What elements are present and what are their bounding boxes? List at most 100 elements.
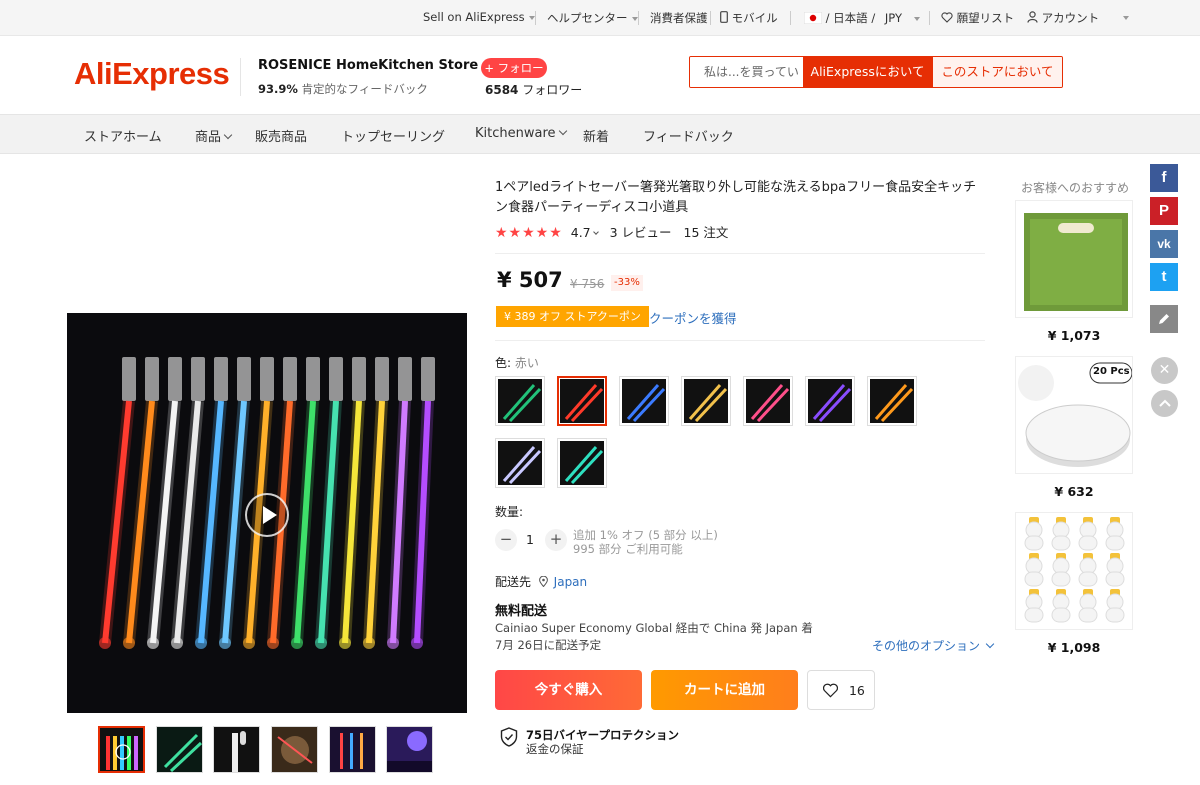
quantity-decrease-button[interactable]: −	[495, 529, 517, 551]
play-video-icon[interactable]	[245, 493, 289, 537]
color-option[interactable]	[495, 438, 545, 488]
followers-label: フォロワー	[522, 83, 583, 97]
wishlist-label: 願望リスト	[956, 11, 1015, 25]
wishlist-button[interactable]: 16	[807, 670, 875, 710]
product-main-image[interactable]	[67, 313, 467, 713]
nav-kitchenware[interactable]: Kitchenware	[475, 126, 567, 141]
store-header: AliExpress ROSENICE HomeKitchen Store 93…	[0, 36, 1200, 114]
chevron-down-icon	[592, 229, 599, 235]
store-name[interactable]: ROSENICE HomeKitchen Store	[258, 58, 491, 73]
account-link[interactable]: アカウント	[1027, 10, 1099, 26]
heart-icon	[941, 12, 953, 23]
help-center-link[interactable]: ヘルプセンター	[547, 10, 638, 26]
color-option[interactable]	[557, 376, 607, 426]
followers-number: 6584	[485, 83, 519, 97]
color-option[interactable]	[743, 376, 793, 426]
thumbnail-image	[214, 727, 259, 772]
color-option[interactable]	[495, 376, 545, 426]
price: ¥ 507	[497, 268, 563, 292]
nav-products[interactable]: 商品	[195, 126, 233, 145]
thumbnail[interactable]	[271, 726, 318, 773]
facebook-share-icon[interactable]: f	[1150, 164, 1178, 192]
ship-to-country[interactable]: Japan	[554, 575, 587, 589]
search-aliexpress-button[interactable]: AliExpressにおいて	[803, 57, 932, 87]
color-option[interactable]	[557, 438, 607, 488]
buy-now-button[interactable]: 今すぐ購入	[495, 670, 642, 710]
japan-flag-icon	[803, 11, 823, 25]
edit-icon[interactable]	[1150, 305, 1178, 333]
twitter-share-icon[interactable]: t	[1150, 263, 1178, 291]
mobile-link[interactable]: モバイル	[720, 10, 778, 26]
delivery-estimate: 7月 26日に配送予定	[495, 638, 602, 652]
color-option-image	[808, 379, 852, 423]
nav-store-home[interactable]: ストアホーム	[84, 126, 162, 145]
thumbnail[interactable]	[386, 726, 433, 773]
chevron-down-icon	[985, 639, 995, 649]
language-selector[interactable]: / 日本語 / JPY	[803, 10, 920, 26]
chevron-down-icon	[558, 126, 567, 136]
orders-count: 15 注文	[683, 225, 729, 240]
color-option[interactable]	[681, 376, 731, 426]
color-option-image	[560, 379, 604, 423]
divider	[790, 11, 791, 25]
color-option[interactable]	[619, 376, 669, 426]
color-option-image	[560, 441, 604, 485]
search-box: 私は...を買ってい AliExpressにおいて このストアにおいて	[689, 56, 1063, 88]
help-label: ヘルプセンター	[547, 11, 628, 25]
product-title: 1ペアledライトセーバー箸発光箸取り外し可能な洗えるbpaフリー食品安全キッチ…	[495, 180, 977, 215]
thumbnail[interactable]	[156, 726, 203, 773]
original-price: ¥ 756	[570, 277, 605, 291]
thumbnail[interactable]	[98, 726, 145, 773]
thumbnail[interactable]	[329, 726, 376, 773]
recommended-product[interactable]: 20 Pcs	[1015, 356, 1133, 474]
store-name-label: ROSENICE HomeKitchen Store	[258, 58, 479, 73]
more-shipping-options[interactable]: その他のオプション	[872, 637, 995, 654]
reviews-count[interactable]: 3 レビュー	[610, 225, 672, 240]
divider	[240, 58, 241, 96]
store-coupon-badge[interactable]: ¥ 389 オフ ストアクーポン	[496, 306, 649, 327]
vk-share-icon[interactable]: vk	[1150, 230, 1178, 258]
buyer-protection-link[interactable]: 消費者保護	[650, 10, 708, 26]
chevron-down-icon	[631, 16, 638, 21]
rating-value[interactable]: 4.7	[571, 225, 591, 240]
sell-label: Sell on AliExpress	[423, 10, 525, 24]
wishlist-link[interactable]: 願望リスト	[941, 10, 1014, 26]
user-icon	[1027, 11, 1038, 23]
recommended-price: ¥ 1,098	[1047, 640, 1101, 655]
color-option[interactable]	[867, 376, 917, 426]
get-coupon-link[interactable]: クーポンを獲得	[649, 308, 737, 327]
calendar-board-image	[1016, 201, 1132, 317]
quantity-increase-button[interactable]: +	[545, 529, 567, 551]
divider	[638, 11, 639, 25]
nav-kitchenware-label: Kitchenware	[475, 126, 556, 141]
thumbnail[interactable]	[213, 726, 260, 773]
scroll-top-icon[interactable]	[1151, 390, 1178, 417]
recommended-product[interactable]	[1015, 200, 1133, 318]
search-input[interactable]: 私は...を買ってい	[690, 57, 803, 87]
language-label: / 日本語 /	[825, 11, 876, 25]
add-to-cart-button[interactable]: カートに追加	[651, 670, 798, 710]
followers-count: 6584 フォロワー	[485, 81, 582, 98]
chevron-down-icon[interactable]	[1123, 16, 1129, 20]
close-icon[interactable]: ✕	[1151, 357, 1178, 384]
nav-new-arrivals[interactable]: 新着	[583, 126, 609, 145]
follow-button[interactable]: + フォロー	[481, 58, 547, 78]
color-option-image	[746, 379, 790, 423]
mobile-label: モバイル	[731, 11, 778, 25]
nav-feedback[interactable]: フィードバック	[643, 126, 734, 145]
sell-on-aliexpress-link[interactable]: Sell on AliExpress	[423, 10, 535, 24]
nav-products-label: 商品	[195, 130, 222, 145]
pinterest-share-icon[interactable]: P	[1150, 197, 1178, 225]
money-back-guarantee: 返金の保証	[526, 742, 584, 756]
color-option[interactable]	[805, 376, 855, 426]
quantity-value[interactable]: 1	[523, 532, 537, 547]
color-option-image	[684, 379, 728, 423]
recommended-product[interactable]	[1015, 512, 1133, 630]
divider	[710, 11, 711, 25]
search-store-button[interactable]: このストアにおいて	[932, 57, 1062, 87]
wishlist-count: 16	[848, 683, 865, 698]
nav-sale-items[interactable]: 販売商品	[255, 126, 307, 145]
shield-check-icon	[500, 727, 518, 747]
nav-top-selling[interactable]: トップセーリング	[341, 126, 445, 145]
aliexpress-logo[interactable]: AliExpress	[74, 56, 230, 92]
